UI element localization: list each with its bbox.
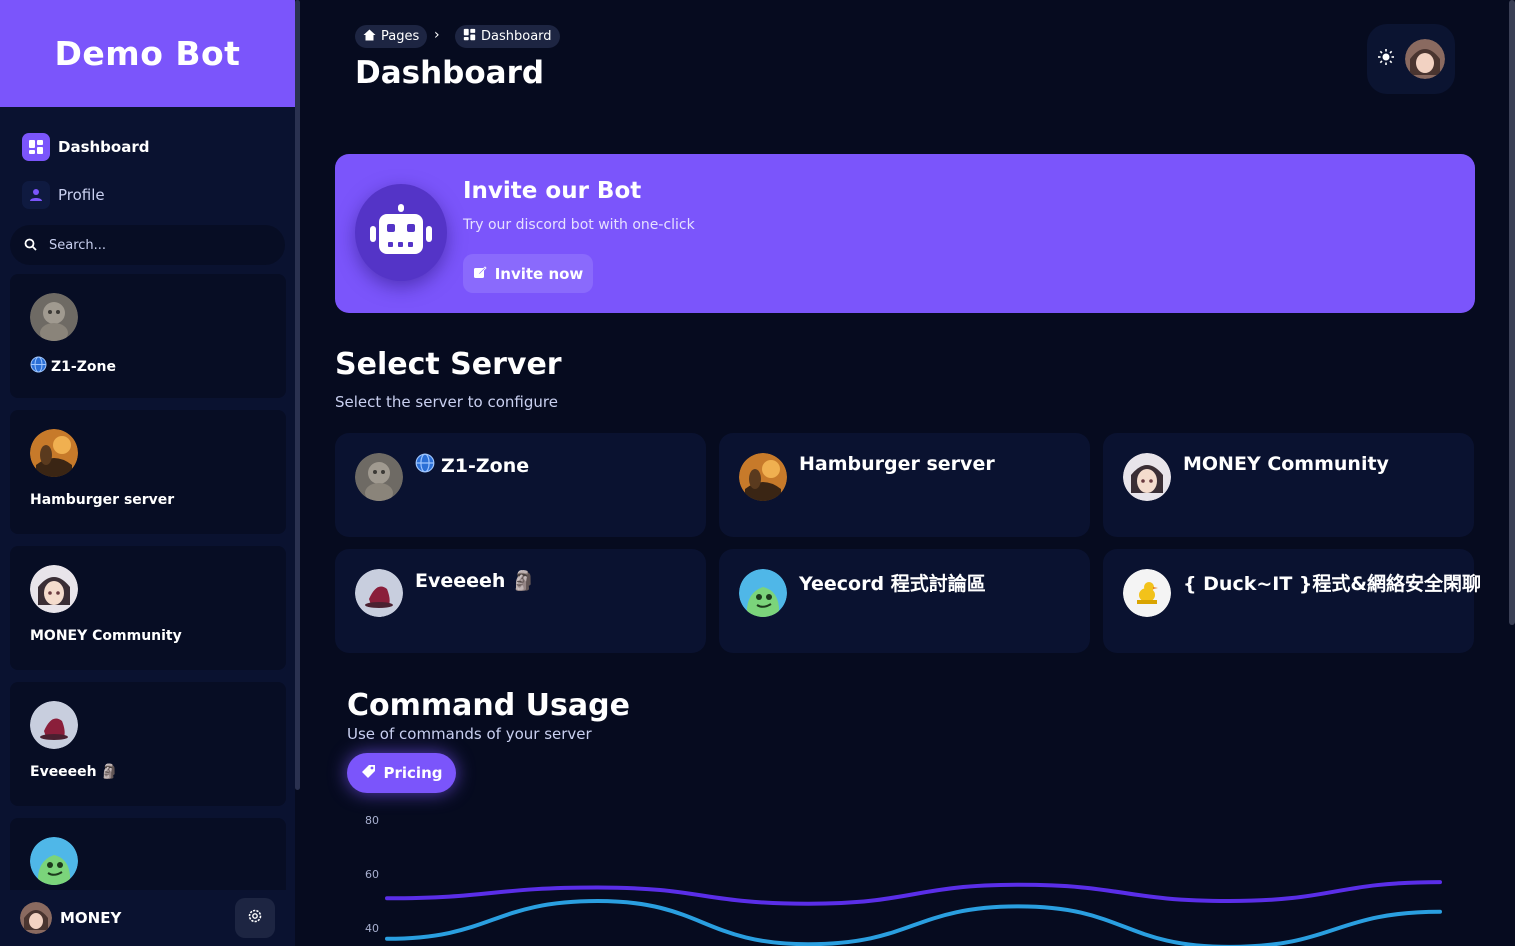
server-name: Yeecord 程式討論區 <box>799 573 986 595</box>
search-box <box>10 225 285 265</box>
sidebar: Demo Bot Dashboard Profile Z1-Zone Hambu… <box>0 0 295 946</box>
robot-icon <box>355 184 447 281</box>
y-tick-label: 80 <box>365 814 379 827</box>
dashboard-icon <box>22 133 50 161</box>
server-avatar <box>30 837 78 885</box>
server-card[interactable]: { Duck~IT }程式&網絡安全閑聊 <box>1103 549 1481 653</box>
sidebar-server-card[interactable]: MONEY Community <box>10 546 286 670</box>
sidebar-server-card[interactable]: Hamburger server <box>10 410 286 534</box>
server-avatar <box>30 293 78 341</box>
server-name: Eveeeeh 🗿 <box>415 569 536 593</box>
select-server-subtitle: Select the server to configure <box>335 393 558 411</box>
page-scrollbar[interactable] <box>1509 0 1515 625</box>
edit-icon <box>473 265 487 283</box>
moai-emoji: 🗿 <box>511 570 536 592</box>
settings-button[interactable] <box>235 898 275 938</box>
pricing-button[interactable]: Pricing <box>347 753 456 793</box>
y-tick-label: 40 <box>365 922 379 935</box>
user-avatar[interactable] <box>1405 39 1445 79</box>
nav-label: Dashboard <box>58 138 150 156</box>
chevron-right-icon: › <box>434 27 440 43</box>
server-name: Z1-Zone <box>30 356 116 377</box>
search-input[interactable] <box>49 237 249 253</box>
user-name: MONEY <box>60 909 122 927</box>
series-line-1 <box>385 880 1442 906</box>
invite-banner: Invite our Bot Try our discord bot with … <box>335 154 1475 313</box>
server-avatar <box>30 429 78 477</box>
server-card[interactable]: Hamburger server <box>719 433 1090 537</box>
series-line-2 <box>385 898 1442 946</box>
server-avatar <box>739 569 787 617</box>
header-actions <box>1367 24 1455 94</box>
server-avatar <box>30 701 78 749</box>
nav-item-dashboard[interactable]: Dashboard <box>22 133 149 161</box>
invite-now-button[interactable]: Invite now <box>463 254 593 293</box>
server-name: { Duck~IT }程式&網絡安全閑聊 <box>1183 573 1481 595</box>
invite-description: Try our discord bot with one-click <box>463 217 695 233</box>
server-name: Hamburger server <box>30 492 175 508</box>
server-name: MONEY Community <box>1183 453 1389 475</box>
breadcrumb-dashboard[interactable]: Dashboard <box>455 25 560 48</box>
search-icon <box>24 236 37 255</box>
gear-icon <box>247 908 263 928</box>
page-title: Dashboard <box>355 55 545 91</box>
sidebar-server-card[interactable]: Eveeeeh 🗿 <box>10 682 286 806</box>
breadcrumb-pages[interactable]: Pages <box>355 25 428 48</box>
server-name: Hamburger server <box>799 453 995 475</box>
server-avatar <box>355 569 403 617</box>
server-name: Eveeeeh 🗿 <box>30 764 119 780</box>
y-tick-label: 60 <box>365 868 379 881</box>
server-card[interactable]: Eveeeeh 🗿 <box>335 549 706 653</box>
server-avatar <box>355 453 403 501</box>
command-usage-title: Command Usage <box>347 688 630 723</box>
brand-logo[interactable]: Demo Bot <box>0 0 295 107</box>
sidebar-server-card[interactable]: Z1-Zone <box>10 274 286 398</box>
server-name: MONEY Community <box>30 628 182 644</box>
tag-icon <box>361 764 376 783</box>
server-name: Z1-Zone <box>415 453 529 478</box>
server-avatar <box>1123 569 1171 617</box>
user-avatar[interactable] <box>20 902 52 934</box>
invite-title: Invite our Bot <box>463 178 642 204</box>
select-server-title: Select Server <box>335 347 562 382</box>
sidebar-scrollbar[interactable] <box>295 0 300 790</box>
sun-icon[interactable] <box>1377 48 1395 70</box>
nav-label: Profile <box>58 186 105 204</box>
command-usage-subtitle: Use of commands of your server <box>347 725 592 743</box>
server-card[interactable]: Yeecord 程式討論區 <box>719 549 1090 653</box>
server-card[interactable]: Z1-Zone <box>335 433 706 537</box>
person-icon <box>22 181 50 209</box>
server-card[interactable]: MONEY Community <box>1103 433 1474 537</box>
dashboard-icon <box>463 28 476 45</box>
globe-icon <box>30 356 47 377</box>
moai-emoji: 🗿 <box>100 764 119 780</box>
command-usage-chart: 80 60 40 <box>365 814 1442 946</box>
user-bar: MONEY <box>0 890 295 946</box>
nav-item-profile[interactable]: Profile <box>22 181 105 209</box>
globe-icon <box>415 453 435 478</box>
home-icon <box>363 29 376 45</box>
server-avatar <box>1123 453 1171 501</box>
server-avatar <box>30 565 78 613</box>
server-avatar <box>739 453 787 501</box>
